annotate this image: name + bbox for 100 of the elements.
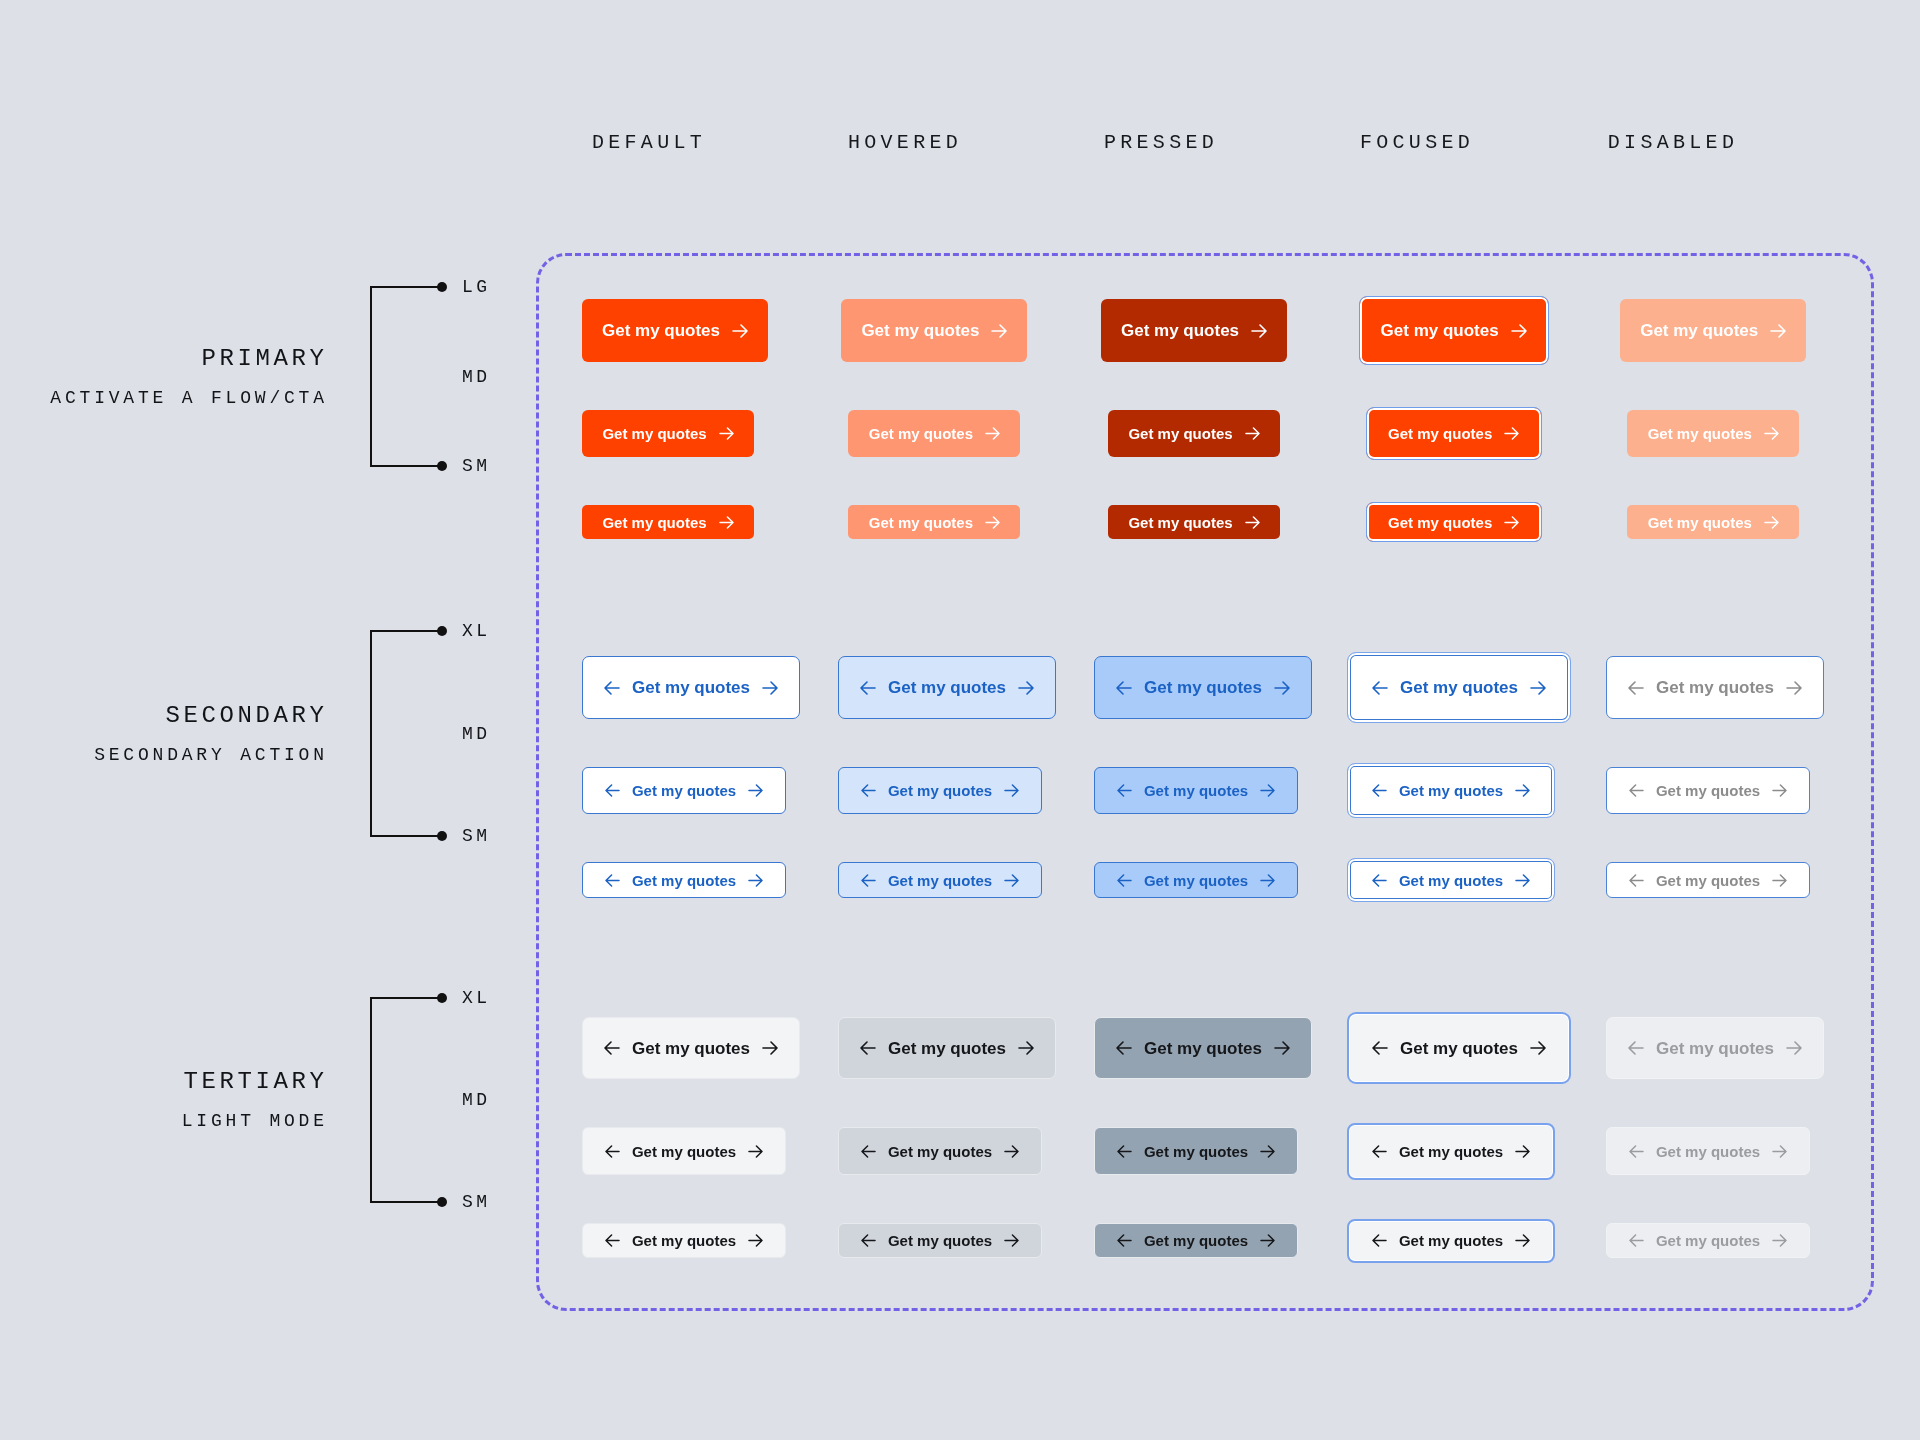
primary-button[interactable]: Get my quotes — [1108, 410, 1281, 457]
arrow-left-icon — [860, 1144, 876, 1158]
tertiary-button[interactable]: Get my quotes — [1347, 1218, 1555, 1263]
column-header: FOCUSED — [1358, 131, 1475, 155]
group-title: TERTIARY — [183, 1068, 328, 1096]
arrow-right-icon — [718, 427, 734, 440]
arrow-right-icon — [1772, 784, 1788, 797]
arrow-right-icon — [1515, 1234, 1531, 1247]
secondary-button[interactable]: Get my quotes — [1347, 652, 1571, 723]
tertiary-button[interactable]: Get my quotes — [1094, 1017, 1312, 1079]
arrow-right-icon — [1260, 1144, 1276, 1158]
tertiary-button[interactable]: Get my quotes — [1094, 1223, 1298, 1258]
group-subtitle: SECONDARY ACTION — [94, 743, 328, 766]
column-header: DEFAULT — [590, 131, 707, 155]
arrow-right-icon — [1504, 427, 1520, 440]
arrow-right-icon — [1786, 680, 1803, 695]
primary-button[interactable]: Get my quotes — [1365, 407, 1542, 460]
secondary-button[interactable]: Get my quotes — [838, 656, 1056, 719]
secondary-button[interactable]: Get my quotes — [1094, 862, 1298, 898]
arrow-right-icon — [762, 1041, 779, 1055]
tertiary-button[interactable]: Get my quotes — [582, 1223, 786, 1258]
tertiary-button[interactable]: Get my quotes — [838, 1017, 1056, 1079]
tertiary-button[interactable]: Get my quotes — [1347, 1012, 1571, 1084]
arrow-right-icon — [718, 515, 734, 529]
arrow-right-icon — [1018, 1041, 1035, 1055]
arrow-right-icon — [1260, 1234, 1276, 1247]
arrow-right-icon — [748, 784, 764, 797]
arrow-left-icon — [1115, 680, 1132, 695]
secondary-button[interactable]: Get my quotes — [582, 767, 786, 814]
arrow-right-icon — [1004, 784, 1020, 797]
arrow-right-icon — [1260, 873, 1276, 887]
arrow-left-icon — [1371, 680, 1388, 695]
arrow-left-icon — [604, 873, 620, 887]
arrow-right-icon — [748, 1234, 764, 1247]
arrow-right-icon — [1515, 784, 1531, 797]
arrow-left-icon — [604, 784, 620, 797]
primary-button[interactable]: Get my quotes — [1101, 299, 1288, 362]
arrow-left-icon — [1627, 1041, 1644, 1055]
arrow-right-icon — [1510, 323, 1527, 338]
secondary-button[interactable]: Get my quotes — [1347, 858, 1555, 902]
tertiary-button[interactable]: Get my quotes — [1094, 1127, 1298, 1175]
arrow-right-icon — [1004, 873, 1020, 887]
arrow-right-icon — [748, 1144, 764, 1158]
arrow-left-icon — [604, 1234, 620, 1247]
arrow-right-icon — [985, 427, 1001, 440]
group-subtitle: LIGHT MODE — [181, 1110, 328, 1132]
arrow-left-icon — [1371, 873, 1387, 887]
arrow-left-icon — [1628, 784, 1644, 797]
secondary-button[interactable]: Get my quotes — [582, 656, 800, 719]
secondary-button[interactable]: Get my quotes — [838, 767, 1042, 814]
arrow-right-icon — [1515, 873, 1531, 887]
arrow-left-icon — [859, 680, 876, 695]
secondary-button[interactable]: Get my quotes — [1094, 767, 1298, 814]
arrow-left-icon — [859, 1041, 876, 1055]
arrow-right-icon — [1772, 1234, 1788, 1247]
arrow-right-icon — [1772, 873, 1788, 887]
arrow-left-icon — [1116, 784, 1132, 797]
secondary-button[interactable]: Get my quotes — [838, 862, 1042, 898]
arrow-left-icon — [1371, 1041, 1388, 1055]
arrow-right-icon — [1772, 1144, 1788, 1158]
arrow-right-icon — [1763, 427, 1779, 440]
primary-button[interactable]: Get my quotes — [1108, 505, 1281, 539]
arrow-left-icon — [603, 1041, 620, 1055]
arrow-right-icon — [1004, 1234, 1020, 1247]
arrow-right-icon — [1251, 323, 1268, 338]
tertiary-button[interactable]: Get my quotes — [582, 1017, 800, 1079]
size-label: SM — [462, 1192, 491, 1212]
arrow-right-icon — [1274, 1041, 1291, 1055]
tertiary-button[interactable]: Get my quotes — [838, 1223, 1042, 1258]
arrow-left-icon — [1115, 1041, 1132, 1055]
tertiary-button[interactable]: Get my quotes — [838, 1127, 1042, 1175]
arrow-left-icon — [1628, 1234, 1644, 1247]
primary-button[interactable]: Get my quotes — [1365, 502, 1542, 542]
arrow-right-icon — [1260, 784, 1276, 797]
arrow-right-icon — [1515, 1144, 1531, 1158]
arrow-left-icon — [604, 1144, 620, 1158]
secondary-button[interactable]: Get my quotes — [582, 862, 786, 898]
arrow-right-icon — [985, 515, 1001, 529]
secondary-button[interactable]: Get my quotes — [1094, 656, 1312, 719]
arrow-left-icon — [1628, 1144, 1644, 1158]
secondary-button[interactable]: Get my quotes — [1347, 763, 1555, 818]
primary-button[interactable]: Get my quotes — [582, 410, 754, 457]
arrow-left-icon — [1116, 1144, 1132, 1158]
arrow-left-icon — [1627, 680, 1644, 695]
arrow-right-icon — [732, 323, 749, 338]
primary-button[interactable]: Get my quotes — [582, 299, 768, 362]
size-label: XL — [462, 621, 491, 641]
column-header: DISABLED — [1606, 131, 1739, 155]
size-label: SM — [462, 826, 491, 846]
tertiary-button[interactable]: Get my quotes — [1347, 1122, 1555, 1180]
primary-button[interactable]: Get my quotes — [1358, 296, 1549, 365]
primary-button[interactable]: Get my quotes — [582, 505, 754, 539]
arrow-right-icon — [991, 323, 1008, 338]
arrow-right-icon — [1770, 323, 1787, 338]
arrow-right-icon — [1786, 1041, 1803, 1055]
arrow-left-icon — [860, 1234, 876, 1247]
tertiary-button[interactable]: Get my quotes — [582, 1127, 786, 1175]
arrow-left-icon — [1371, 784, 1387, 797]
arrow-right-icon — [1504, 515, 1520, 529]
group-subtitle: ACTIVATE A FLOW/CTA — [50, 386, 328, 409]
